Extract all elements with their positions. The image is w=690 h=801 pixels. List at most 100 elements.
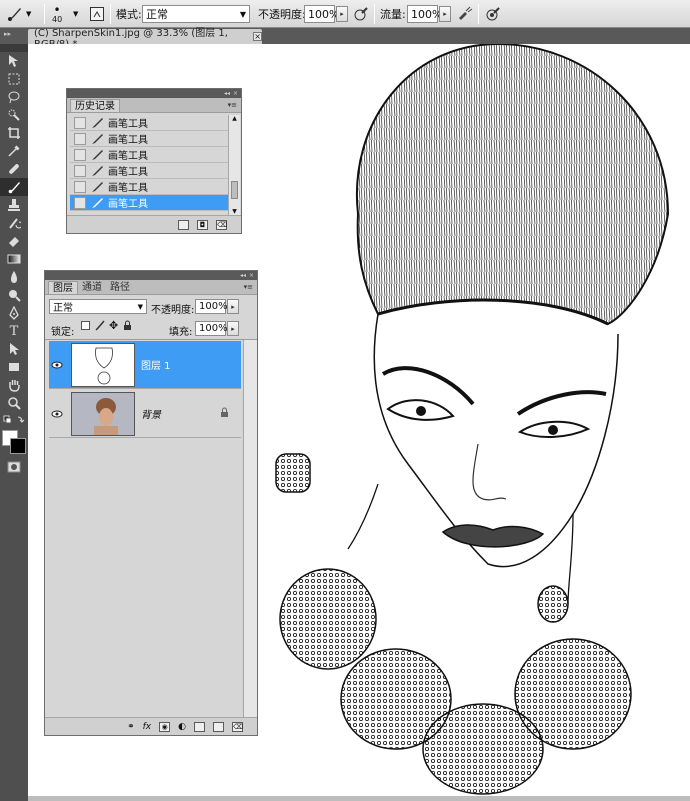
airbrush-icon (456, 5, 474, 23)
history-state-label: 画笔工具 (108, 199, 148, 210)
tablet-pressure-opacity-button[interactable] (352, 0, 370, 28)
toolbox-grip[interactable] (0, 44, 28, 52)
type-tool-icon[interactable]: T (0, 322, 28, 340)
airbrush-button[interactable] (456, 0, 474, 28)
brush-size-value: 40 (52, 14, 63, 24)
new-layer-icon[interactable] (213, 721, 224, 732)
new-document-from-state-icon[interactable] (178, 219, 189, 230)
fill-slider-button[interactable]: ▸ (227, 321, 239, 336)
tab-channels[interactable]: 通道 (78, 281, 106, 294)
history-footer: ◘ ⌫ (67, 215, 241, 233)
panel-header[interactable]: ◂◂ × (67, 89, 241, 98)
history-source-checkbox[interactable] (74, 132, 86, 145)
opacity-slider-button[interactable]: ▸ (336, 0, 348, 28)
eye-icon[interactable] (49, 361, 65, 369)
fill-field[interactable]: 100% (195, 321, 228, 336)
color-swatches[interactable] (0, 428, 28, 458)
pen-tool-icon[interactable] (0, 304, 28, 322)
blend-mode-select[interactable]: 正常 ▼ (49, 299, 147, 314)
brush-tool-icon[interactable] (0, 178, 28, 196)
panel-menu-icon[interactable]: ▾≡ (228, 101, 237, 109)
tab-paths[interactable]: 路径 (106, 281, 134, 294)
lock-position-icon[interactable]: ✥ (109, 319, 118, 332)
scroll-thumb[interactable] (231, 181, 238, 199)
marquee-tool-icon[interactable] (0, 70, 28, 88)
eye-icon[interactable] (49, 410, 65, 418)
panel-header[interactable]: ◂◂ × (45, 271, 257, 280)
history-state[interactable]: 画笔工具 (70, 179, 228, 195)
dodge-tool-icon[interactable] (0, 286, 28, 304)
zoom-tool-icon[interactable] (0, 394, 28, 412)
flow-slider-button[interactable]: ▸ (439, 0, 451, 28)
history-state[interactable]: 画笔工具 (70, 115, 228, 131)
lock-image-pixels-icon[interactable] (95, 320, 105, 334)
history-source-checkbox[interactable] (74, 180, 86, 193)
healing-brush-tool-icon[interactable] (0, 160, 28, 178)
history-list: 画笔工具 画笔工具 画笔工具 画笔工具 画笔工具 画笔工具 (70, 115, 228, 215)
quick-selection-tool-icon[interactable] (0, 106, 28, 124)
tab-layers[interactable]: 图层 (48, 281, 78, 294)
history-source-checkbox[interactable] (74, 148, 86, 161)
history-brush-tool-icon[interactable] (0, 214, 28, 232)
flow-value: 100% (411, 7, 443, 21)
link-layers-icon[interactable]: ⚭ (127, 722, 135, 732)
history-tabs: 历史记录 ▾≡ (67, 98, 241, 113)
rectangle-tool-icon[interactable] (0, 358, 28, 376)
history-source-checkbox[interactable] (74, 196, 86, 209)
quick-mask-icon[interactable] (0, 458, 28, 476)
opacity-field[interactable]: 100% (304, 0, 339, 28)
history-source-checkbox[interactable] (74, 116, 86, 129)
history-state[interactable]: 画笔工具 (70, 131, 228, 147)
scroll-up-icon[interactable]: ▲ (229, 115, 240, 122)
collapse-icon[interactable]: ◂◂ (240, 272, 246, 279)
tab-history[interactable]: 历史记录 (70, 99, 120, 112)
blur-tool-icon[interactable] (0, 268, 28, 286)
gradient-tool-icon[interactable] (0, 250, 28, 268)
history-state[interactable]: 画笔工具 (70, 163, 228, 179)
history-source-checkbox[interactable] (74, 164, 86, 177)
collapse-icon[interactable]: ◂◂ (224, 90, 230, 97)
fill-label: 填充: (169, 327, 193, 338)
scroll-down-icon[interactable]: ▼ (229, 208, 240, 215)
layer-mask-icon[interactable]: ◉ (159, 721, 171, 732)
new-group-icon[interactable] (194, 721, 205, 732)
chevron-down-icon: ▼ (137, 302, 143, 311)
trash-icon[interactable]: ⌫ (216, 219, 227, 230)
tablet-pressure-size-button[interactable] (484, 0, 502, 28)
flow-field[interactable]: 100% (407, 0, 442, 28)
hand-tool-icon[interactable] (0, 376, 28, 394)
layer-row[interactable]: 背景 (49, 390, 241, 438)
clone-stamp-tool-icon[interactable] (0, 196, 28, 214)
layer-opacity-slider-button[interactable]: ▸ (227, 299, 239, 314)
crop-tool-icon[interactable] (0, 124, 28, 142)
layers-panel: ◂◂ × 图层 通道 路径 ▾≡ 正常 ▼ 不透明度: 100% ▸ 锁定: ✥ … (44, 270, 258, 736)
close-icon[interactable]: × (249, 272, 254, 279)
layer-style-icon[interactable]: fx (143, 722, 152, 732)
document-tab[interactable]: (C) SharpenSkin1.jpg @ 33.3% (图层 1, RGB/… (28, 28, 262, 50)
lasso-tool-icon[interactable] (0, 88, 28, 106)
close-icon[interactable]: × (233, 90, 238, 97)
layer-opacity-field[interactable]: 100% (195, 299, 228, 314)
eraser-tool-icon[interactable] (0, 232, 28, 250)
panel-menu-icon[interactable]: ▾≡ (244, 283, 253, 291)
adjustment-layer-icon[interactable]: ◐ (178, 722, 186, 732)
path-selection-tool-icon[interactable] (0, 340, 28, 358)
lock-all-icon[interactable] (123, 320, 132, 334)
background-color-swatch[interactable] (10, 438, 26, 454)
camera-snapshot-icon[interactable]: ◘ (197, 219, 208, 230)
layer-row-selected[interactable]: 图层 1 (49, 341, 241, 389)
lock-transparent-pixels-icon[interactable] (81, 321, 90, 330)
eyedropper-tool-icon[interactable] (0, 142, 28, 160)
close-icon[interactable]: × (253, 32, 262, 41)
history-scrollbar[interactable]: ▲ ▼ (228, 115, 240, 215)
collapse-icon[interactable]: ▸▸ (4, 30, 11, 38)
trash-icon[interactable]: ⌫ (232, 721, 243, 732)
history-state-selected[interactable]: 画笔工具 (70, 195, 228, 211)
tool-preset-picker[interactable]: ▼ (6, 0, 31, 28)
move-tool-icon[interactable] (0, 52, 28, 70)
layers-scrollbar[interactable] (243, 340, 257, 717)
history-state[interactable]: 画笔工具 (70, 147, 228, 163)
horizontal-scrollbar[interactable] (28, 796, 690, 801)
brush-tip-icon: • (53, 2, 61, 17)
default-colors-icon[interactable] (0, 412, 28, 428)
